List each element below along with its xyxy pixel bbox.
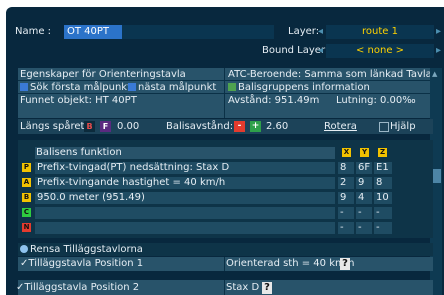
function-badge-c[interactable]: C	[22, 208, 31, 217]
divider	[224, 68, 225, 118]
function-row-x: -	[338, 222, 354, 234]
layer-left-arrow-icon[interactable]: ◂	[318, 26, 323, 38]
function-row-z: -	[374, 207, 392, 219]
radio-icon	[20, 245, 28, 253]
balise-group-info-button[interactable]: Balisgruppens information	[228, 82, 370, 94]
layer-select[interactable]: route 1	[326, 25, 434, 39]
function-row-x: 9	[338, 192, 354, 204]
col-y-header: Y	[360, 148, 369, 157]
distance-value: Avstånd: 951.49m	[228, 95, 320, 106]
function-badge-p[interactable]: P	[22, 163, 31, 172]
function-row-y: 9	[356, 177, 372, 189]
function-row-y: -	[356, 222, 372, 234]
increase-distance-button[interactable]: +	[250, 121, 261, 132]
bound-layer-select[interactable]: < none >	[326, 44, 434, 58]
function-row-y: -	[356, 207, 372, 219]
extra-board-2-help-button[interactable]: ?	[262, 282, 272, 294]
along-b-button[interactable]: B	[84, 121, 95, 132]
name-input-bg[interactable]	[122, 25, 274, 39]
function-row-z: -	[374, 222, 392, 234]
along-f-button[interactable]: F	[100, 121, 111, 132]
found-object: Funnet objekt: HT 40PT	[20, 95, 137, 106]
extra-board-2-label: Tilläggstavla Position 2	[24, 282, 140, 293]
function-row-z: 8	[374, 177, 392, 189]
along-track-value[interactable]: 0.00	[117, 121, 139, 133]
decrease-distance-button[interactable]: -	[234, 121, 245, 132]
function-row-text[interactable]	[35, 222, 335, 234]
search-first-target-button[interactable]: Sök första målpunkt	[20, 82, 131, 94]
atc-dependency: ATC-Beroende: Samma som länkad Tavla	[228, 69, 432, 80]
col-x-header: X	[342, 148, 351, 157]
extra-board-2-value[interactable]: Stax D	[226, 282, 259, 294]
function-row-text[interactable]: Prefix-tvingande hastighet = 40 km/h	[35, 177, 335, 189]
function-row-y: 4	[356, 192, 372, 204]
function-row-x: 2	[338, 177, 354, 189]
rotate-button[interactable]: Rotera	[324, 121, 357, 133]
extra-board-2-toggle[interactable]: ✓Tilläggstavla Position 2	[16, 282, 139, 294]
target-icon	[128, 83, 136, 91]
divider	[224, 257, 225, 271]
search-first-label: Sök första målpunkt	[30, 82, 132, 93]
help-label: Hjälp	[390, 121, 416, 132]
along-track-label: Längs spåret:	[20, 121, 88, 132]
function-row-z: 10	[374, 192, 392, 204]
extra-board-1-label: Tilläggstavla Position 1	[28, 258, 144, 269]
bound-layer-right-arrow-icon[interactable]: ▸	[436, 45, 441, 57]
properties-window: Name : OT 40PT Layer: ◂ route 1 ▸ Bound …	[6, 7, 444, 295]
info-icon	[228, 83, 236, 91]
col-z-header: Z	[378, 148, 387, 157]
function-row-text[interactable]: 950.0 meter (951.49)	[35, 192, 335, 204]
name-input[interactable]: OT 40PT	[64, 25, 125, 39]
layer-label: Layer:	[288, 26, 320, 37]
clear-boards-button[interactable]: Rensa Tilläggstavlorna	[20, 244, 143, 256]
properties-title: Egenskaper för Orienteringstavla	[20, 69, 186, 80]
help-checkbox[interactable]	[379, 122, 389, 132]
scroll-up-icon[interactable]: ▲	[432, 68, 437, 80]
balise-group-info-label: Balisgruppens information	[238, 82, 370, 93]
name-label: Name :	[15, 26, 52, 37]
extra-board-1-toggle[interactable]: ✓Tilläggstavla Position 1	[20, 258, 143, 270]
function-row-y: 6F	[356, 162, 372, 174]
search-next-target-button[interactable]: nästa målpunkt	[128, 82, 216, 94]
extra-board-1-value[interactable]: Orienterad sth = 40 km/h	[226, 258, 354, 270]
function-row-x: 8	[338, 162, 354, 174]
function-row-text[interactable]	[35, 207, 335, 219]
function-row-x: -	[338, 207, 354, 219]
function-row-text[interactable]: Prefix-tvingad(PT) nedsättning: Stax D	[35, 162, 335, 174]
divider	[224, 280, 225, 295]
bound-layer-left-arrow-icon[interactable]: ◂	[318, 45, 323, 57]
function-table-header: Balisens funktion	[36, 147, 122, 158]
extra-board-1-help-button[interactable]: ?	[340, 258, 350, 270]
function-badge-a[interactable]: A	[22, 178, 31, 187]
target-icon	[20, 83, 28, 91]
function-badge-n[interactable]: N	[22, 223, 31, 232]
balise-distance-value[interactable]: 2.60	[266, 121, 288, 133]
search-next-label: nästa målpunkt	[138, 82, 217, 93]
clear-boards-label: Rensa Tilläggstavlorna	[30, 244, 143, 255]
layer-right-arrow-icon[interactable]: ▸	[436, 26, 441, 38]
function-badge-b[interactable]: B	[22, 193, 31, 202]
gradient-value: Lutning: 0.00‰	[336, 95, 416, 106]
balise-distance-label: Balisavstånd:	[166, 121, 234, 132]
function-row-z: E1	[374, 162, 392, 174]
